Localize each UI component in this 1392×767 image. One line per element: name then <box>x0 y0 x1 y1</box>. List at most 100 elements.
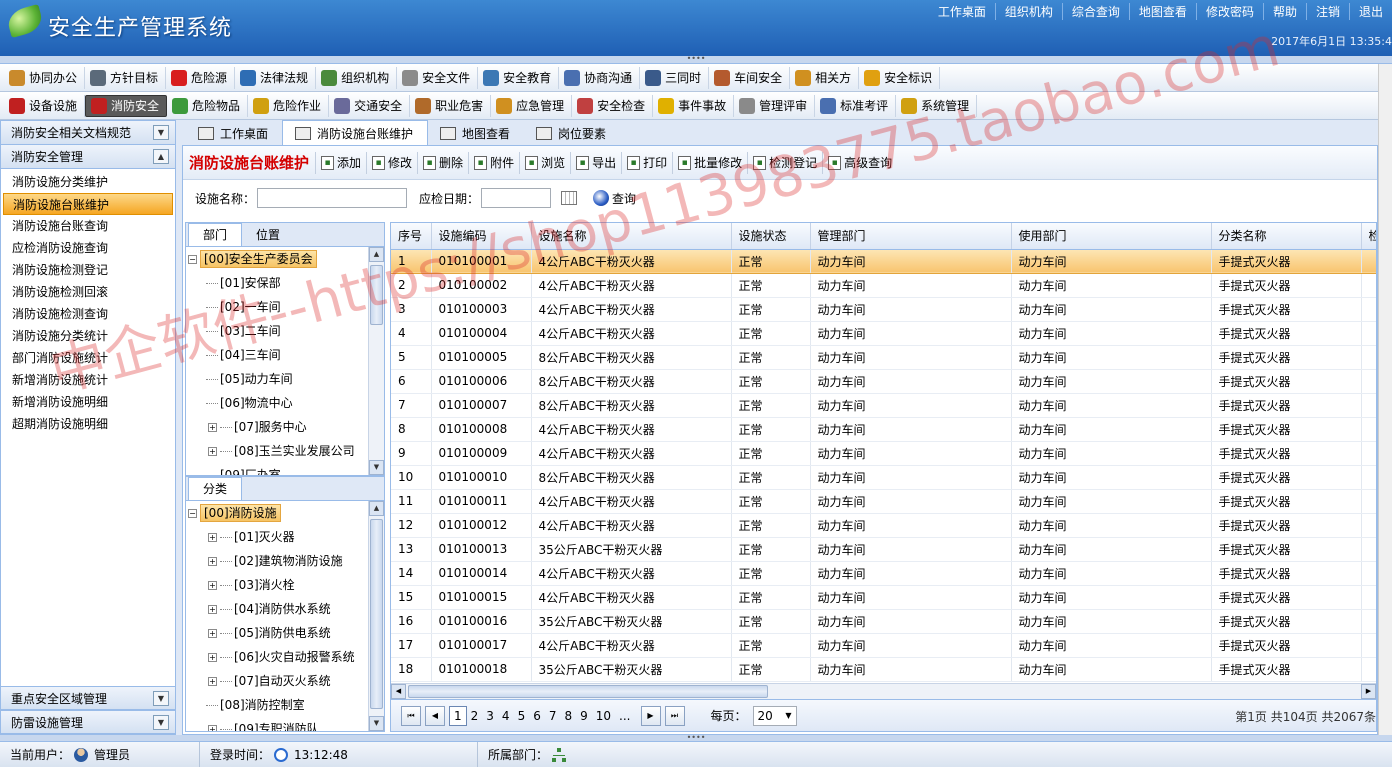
module-button[interactable]: 危险源 <box>166 66 236 89</box>
page-number[interactable]: 8 <box>560 709 576 723</box>
scroll-thumb[interactable] <box>370 265 383 325</box>
module-button[interactable]: 方针目标 <box>85 66 167 89</box>
page-number[interactable]: 2 <box>467 709 483 723</box>
scroll-up-icon[interactable]: ▲ <box>369 247 384 262</box>
module-button[interactable]: 职业危害 <box>410 94 492 117</box>
module-button[interactable]: 危险作业 <box>248 94 330 117</box>
expand-icon[interactable]: ▼ <box>153 715 169 730</box>
expand-icon[interactable]: + <box>208 423 217 432</box>
nav-item[interactable]: 消防设施检测登记 <box>1 259 175 281</box>
module-button[interactable]: 三同时 <box>640 66 710 89</box>
tree-node[interactable]: + [07]服务中心 <box>186 415 368 439</box>
page-number[interactable]: 6 <box>529 709 545 723</box>
inspect-date-input[interactable] <box>481 188 552 208</box>
table-row[interactable]: 12 010100012 4公斤ABC干粉灭火器 正常 动力车间 动力车间 手提式灭火器 <box>391 513 1376 538</box>
table-row[interactable]: 17 010100017 4公斤ABC干粉灭火器 正常 动力车间 动力车间 手提式灭火器 <box>391 633 1376 658</box>
page-scrollbar[interactable] <box>1378 64 1392 735</box>
nav-section-docs[interactable]: 消防安全相关文档规范 ▼ <box>1 121 175 145</box>
top-link[interactable]: 组织机构 <box>994 3 1062 20</box>
top-link[interactable]: 注销 <box>1305 3 1349 20</box>
page-number[interactable]: 7 <box>545 709 561 723</box>
expand-icon[interactable]: + <box>208 653 217 662</box>
tab-3[interactable]: 地图查看 <box>428 122 524 145</box>
tree-node[interactable]: + [02]建筑物消防设施 <box>186 549 368 573</box>
nav-item[interactable]: 消防设施台账维护 <box>3 193 173 215</box>
toolbar-button[interactable]: ▪ 删除 <box>417 151 468 174</box>
module-button[interactable]: 法律法规 <box>235 66 317 89</box>
last-page-icon[interactable]: ⏭ <box>664 705 685 726</box>
module-button[interactable]: 协同办公 <box>4 66 86 89</box>
module-button[interactable]: 系统管理 <box>896 94 978 117</box>
module-button[interactable]: 安全教育 <box>478 66 560 89</box>
nav-section-bottom[interactable]: 防雷设施管理 ▼ <box>1 710 175 734</box>
facility-name-input[interactable] <box>257 188 408 208</box>
scroll-down-icon[interactable]: ▼ <box>369 460 384 475</box>
module-button[interactable]: 协商沟通 <box>559 66 641 89</box>
module-button[interactable]: 安全标识 <box>859 66 941 89</box>
nav-item[interactable]: 应检消防设施查询 <box>1 237 175 259</box>
module-button[interactable]: 管理评审 <box>734 94 816 117</box>
toolbar-button[interactable]: ▪ 添加 <box>315 151 366 174</box>
header-collapse-grip[interactable]: •••• <box>0 55 1392 64</box>
tree-node[interactable]: [02]一车间 <box>186 295 368 319</box>
table-row[interactable]: 2 010100002 4公斤ABC干粉灭火器 正常 动力车间 动力车间 手提式灭火器 <box>391 273 1376 298</box>
page-number[interactable]: 9 <box>576 709 592 723</box>
nav-item[interactable]: 消防设施检测回滚 <box>1 281 175 303</box>
top-link[interactable]: 退出 <box>1348 3 1392 20</box>
tree-node[interactable]: + [01]灭火器 <box>186 525 368 549</box>
page-number[interactable]: 1 <box>449 705 467 726</box>
table-row[interactable]: 4 010100004 4公斤ABC干粉灭火器 正常 动力车间 动力车间 手提式灭火器 <box>391 321 1376 346</box>
column-header[interactable]: 设施名称 <box>531 223 732 250</box>
scroll-left-icon[interactable]: ◀ <box>391 684 406 699</box>
table-row[interactable]: 14 010100014 4公斤ABC干粉灭火器 正常 动力车间 动力车间 手提式灭火器 <box>391 561 1376 586</box>
nav-item[interactable]: 新增消防设施明细 <box>1 391 175 413</box>
tree-node[interactable]: [06]物流中心 <box>186 391 368 415</box>
table-row[interactable]: 7 010100007 8公斤ABC干粉灭火器 正常 动力车间 动力车间 手提式灭火器 <box>391 393 1376 418</box>
tree-node[interactable]: + [09]专职消防队 <box>186 717 368 731</box>
page-number[interactable]: 3 <box>482 709 498 723</box>
top-link[interactable]: 修改密码 <box>1195 3 1263 20</box>
top-link[interactable]: 帮助 <box>1262 3 1306 20</box>
page-number[interactable]: 4 <box>498 709 514 723</box>
tree-node[interactable]: − [00]安全生产委员会 <box>186 247 368 271</box>
table-row[interactable]: 1 010100001 4公斤ABC干粉灭火器 正常 动力车间 动力车间 手提式灭火器 <box>391 249 1376 274</box>
nav-item[interactable]: 消防设施分类维护 <box>1 171 175 193</box>
collapse-icon[interactable]: ▲ <box>153 149 169 164</box>
tree-node[interactable]: [01]安保部 <box>186 271 368 295</box>
next-page-icon[interactable]: ▶ <box>640 705 661 726</box>
column-header[interactable]: 序号 <box>391 223 432 250</box>
tree-node[interactable]: + [05]消防供电系统 <box>186 621 368 645</box>
calendar-icon[interactable] <box>561 191 578 205</box>
table-row[interactable]: 8 010100008 4公斤ABC干粉灭火器 正常 动力车间 动力车间 手提式灭火器 <box>391 417 1376 442</box>
tree-node[interactable]: + [04]消防供水系统 <box>186 597 368 621</box>
toolbar-button[interactable]: ▪ 高级查询 <box>822 151 897 174</box>
scroll-thumb[interactable] <box>408 685 768 698</box>
collapse-icon[interactable]: − <box>188 509 197 518</box>
category-tree-scrollbar[interactable]: ▲ ▼ <box>368 501 384 731</box>
column-header[interactable]: 管理部门 <box>810 223 1012 250</box>
scroll-up-icon[interactable]: ▲ <box>369 501 384 516</box>
page-number[interactable]: 10 <box>592 709 615 723</box>
collapse-icon[interactable]: − <box>188 255 197 264</box>
scroll-thumb[interactable] <box>370 519 383 709</box>
toolbar-button[interactable]: ▪ 导出 <box>570 151 621 174</box>
scroll-down-icon[interactable]: ▼ <box>369 716 384 731</box>
table-row[interactable]: 5 010100005 8公斤ABC干粉灭火器 正常 动力车间 动力车间 手提式灭火器 <box>391 345 1376 370</box>
table-row[interactable]: 9 010100009 4公斤ABC干粉灭火器 正常 动力车间 动力车间 手提式灭火器 <box>391 441 1376 466</box>
page-number[interactable]: ... <box>615 709 634 723</box>
tab-4[interactable]: 岗位要素 <box>524 122 620 145</box>
column-header[interactable]: 分类名称 <box>1211 223 1362 250</box>
toolbar-button[interactable]: ▪ 批量修改 <box>672 151 747 174</box>
table-row[interactable]: 11 010100011 4公斤ABC干粉灭火器 正常 动力车间 动力车间 手提式灭火器 <box>391 489 1376 514</box>
nav-item[interactable]: 消防设施台账查询 <box>1 215 175 237</box>
toolbar-button[interactable]: ▪ 修改 <box>366 151 417 174</box>
tree-node[interactable]: + [03]消火栓 <box>186 573 368 597</box>
top-link[interactable]: 地图查看 <box>1128 3 1196 20</box>
top-link[interactable]: 综合查询 <box>1061 3 1129 20</box>
toolbar-button[interactable]: ▪ 附件 <box>468 151 519 174</box>
page-number[interactable]: 5 <box>514 709 530 723</box>
expand-icon[interactable]: + <box>208 447 217 456</box>
tree-node[interactable]: [05]动力车间 <box>186 367 368 391</box>
tree-node[interactable]: + [07]自动灭火系统 <box>186 669 368 693</box>
toolbar-button[interactable]: ▪ 打印 <box>621 151 672 174</box>
